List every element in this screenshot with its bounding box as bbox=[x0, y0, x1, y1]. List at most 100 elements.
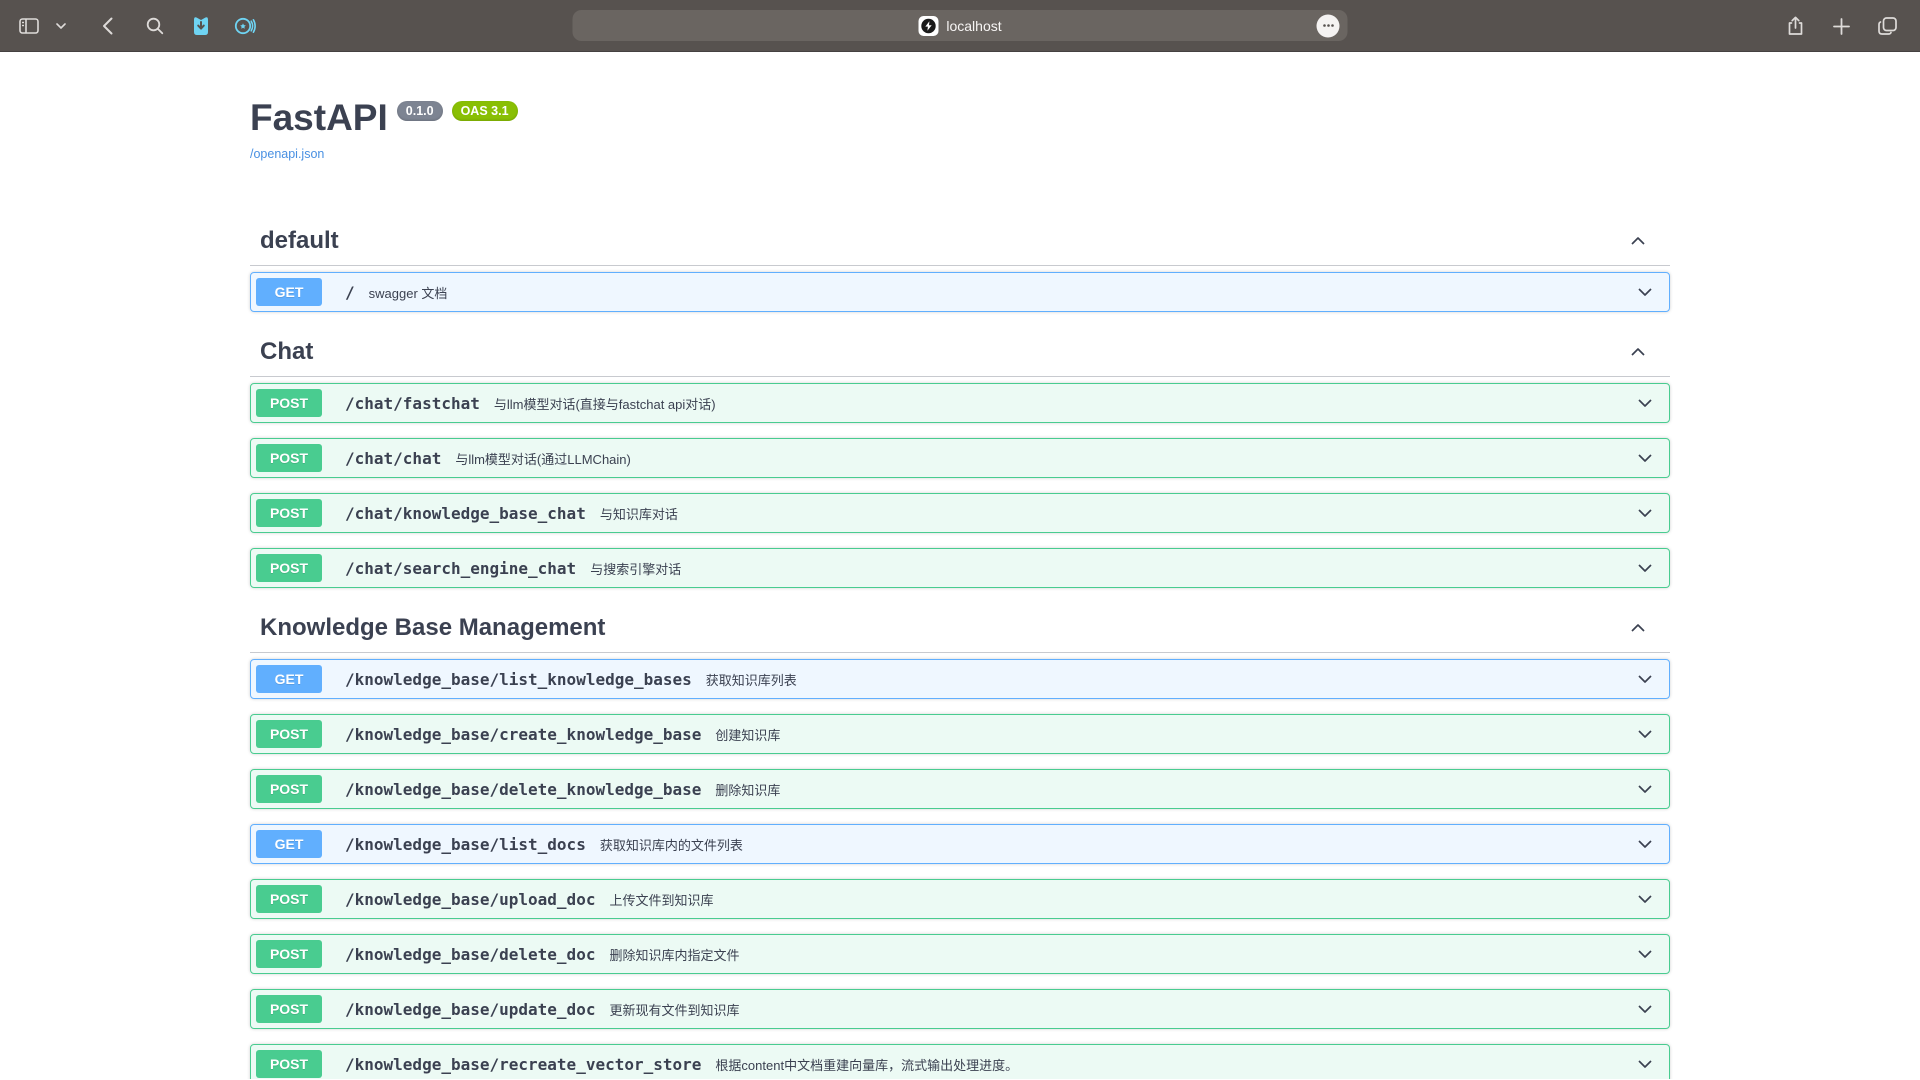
endpoint-description: 更新现有文件到知识库 bbox=[609, 1000, 739, 1019]
method-badge: POST bbox=[256, 995, 322, 1023]
extension-bookmark-icon bbox=[191, 15, 211, 37]
endpoint-path: /chat/chat bbox=[345, 449, 441, 468]
expand-endpoint-button[interactable] bbox=[1635, 448, 1655, 468]
endpoint-description: 与知识库对话 bbox=[600, 504, 678, 523]
endpoint-description: 创建知识库 bbox=[715, 725, 780, 744]
endpoint-row[interactable]: POST /chat/search_engine_chat 与搜索引擎对话 bbox=[250, 548, 1670, 588]
method-badge: GET bbox=[256, 278, 322, 306]
page-settings-button[interactable] bbox=[1317, 14, 1340, 37]
endpoint-path: /knowledge_base/list_docs bbox=[345, 835, 586, 854]
expand-endpoint-button[interactable] bbox=[1635, 834, 1655, 854]
endpoint-row[interactable]: POST /knowledge_base/create_knowledge_ba… bbox=[250, 714, 1670, 754]
expand-endpoint-button[interactable] bbox=[1635, 999, 1655, 1019]
section-title: Chat bbox=[260, 337, 313, 366]
extension-rings-button[interactable] bbox=[230, 11, 260, 41]
api-section-knowledge-base-management: Knowledge Base Management GET /knowledge… bbox=[250, 603, 1670, 1079]
endpoint-description: swagger 文档 bbox=[369, 283, 448, 302]
site-favicon bbox=[918, 16, 938, 36]
endpoint-description: 与搜索引擎对话 bbox=[590, 559, 681, 578]
chevron-up-icon bbox=[1628, 231, 1648, 251]
expand-endpoint-button[interactable] bbox=[1635, 724, 1655, 744]
endpoint-row[interactable]: POST /chat/knowledge_base_chat 与知识库对话 bbox=[250, 493, 1670, 533]
endpoint-description: 删除知识库内指定文件 bbox=[609, 945, 739, 964]
section-header[interactable]: Knowledge Base Management bbox=[250, 603, 1670, 653]
method-badge: GET bbox=[256, 665, 322, 693]
sidebar-toggle-button[interactable] bbox=[14, 11, 44, 41]
endpoint-description: 与llm模型对话(直接与fastchat api对话) bbox=[494, 394, 716, 413]
method-badge: GET bbox=[256, 830, 322, 858]
expand-endpoint-button[interactable] bbox=[1635, 669, 1655, 689]
share-button[interactable] bbox=[1780, 11, 1810, 41]
endpoint-row[interactable]: POST /knowledge_base/recreate_vector_sto… bbox=[250, 1044, 1670, 1079]
endpoint-row[interactable]: POST /knowledge_base/delete_knowledge_ba… bbox=[250, 769, 1670, 809]
api-info-block: FastAPI 0.1.0 OAS 3.1 /openapi.json bbox=[250, 52, 1670, 163]
method-badge: POST bbox=[256, 720, 322, 748]
search-icon bbox=[146, 17, 164, 35]
endpoint-row[interactable]: GET /knowledge_base/list_knowledge_bases… bbox=[250, 659, 1670, 699]
expand-endpoint-button[interactable] bbox=[1635, 503, 1655, 523]
oas-badge: OAS 3.1 bbox=[452, 101, 518, 121]
tab-overview-button[interactable] bbox=[1872, 11, 1902, 41]
back-button[interactable] bbox=[92, 11, 122, 41]
endpoint-description: 删除知识库 bbox=[715, 780, 780, 799]
endpoint-description: 与llm模型对话(通过LLMChain) bbox=[455, 449, 631, 468]
endpoint-path: /knowledge_base/list_knowledge_bases bbox=[345, 670, 692, 689]
expand-endpoint-button[interactable] bbox=[1635, 944, 1655, 964]
search-button[interactable] bbox=[140, 11, 170, 41]
page-title: FastAPI bbox=[250, 100, 388, 136]
api-section-chat: Chat POST /chat/fastchat 与llm模型对话(直接与fas… bbox=[250, 327, 1670, 588]
method-badge: POST bbox=[256, 554, 322, 582]
endpoint-row[interactable]: GET / swagger 文档 bbox=[250, 272, 1670, 312]
endpoint-row[interactable]: GET /knowledge_base/list_docs 获取知识库内的文件列… bbox=[250, 824, 1670, 864]
section-title: Knowledge Base Management bbox=[260, 613, 605, 642]
tab-overview-icon bbox=[1878, 17, 1897, 35]
ellipsis-icon bbox=[1322, 24, 1334, 28]
address-bar[interactable]: localhost bbox=[573, 10, 1348, 41]
sidebar-toggle-icon bbox=[19, 18, 39, 34]
endpoint-path: /knowledge_base/delete_knowledge_base bbox=[345, 780, 701, 799]
chevron-down-icon bbox=[1635, 393, 1655, 413]
chevron-down-icon bbox=[1635, 448, 1655, 468]
endpoint-row[interactable]: POST /chat/fastchat 与llm模型对话(直接与fastchat… bbox=[250, 383, 1670, 423]
toolbar-right-group bbox=[1780, 0, 1902, 52]
openapi-spec-link[interactable]: /openapi.json bbox=[250, 147, 324, 161]
expand-endpoint-button[interactable] bbox=[1635, 558, 1655, 578]
expand-endpoint-button[interactable] bbox=[1635, 393, 1655, 413]
expand-endpoint-button[interactable] bbox=[1635, 1054, 1655, 1074]
version-badge: 0.1.0 bbox=[397, 101, 443, 121]
sidebar-menu-chevron-button[interactable] bbox=[52, 11, 70, 41]
endpoint-description: 获取知识库列表 bbox=[706, 670, 797, 689]
collapse-section-button[interactable] bbox=[1628, 342, 1648, 362]
expand-endpoint-button[interactable] bbox=[1635, 779, 1655, 799]
endpoint-path: /knowledge_base/delete_doc bbox=[345, 945, 595, 964]
endpoint-description: 上传文件到知识库 bbox=[609, 890, 713, 909]
chevron-down-icon bbox=[1635, 558, 1655, 578]
new-tab-button[interactable] bbox=[1826, 11, 1856, 41]
method-badge: POST bbox=[256, 444, 322, 472]
endpoint-description: 根据content中文档重建向量库，流式输出处理进度。 bbox=[715, 1055, 1018, 1074]
section-header[interactable]: default bbox=[250, 216, 1670, 266]
chevron-up-icon bbox=[1628, 618, 1648, 638]
browser-toolbar: localhost bbox=[0, 0, 1920, 52]
method-badge: POST bbox=[256, 940, 322, 968]
chevron-down-icon bbox=[1635, 779, 1655, 799]
share-icon bbox=[1787, 16, 1804, 36]
endpoint-row[interactable]: POST /knowledge_base/update_doc 更新现有文件到知… bbox=[250, 989, 1670, 1029]
chevron-down-icon bbox=[1635, 999, 1655, 1019]
collapse-section-button[interactable] bbox=[1628, 231, 1648, 251]
expand-endpoint-button[interactable] bbox=[1635, 889, 1655, 909]
endpoint-row[interactable]: POST /knowledge_base/delete_doc 删除知识库内指定… bbox=[250, 934, 1670, 974]
endpoint-row[interactable]: POST /knowledge_base/upload_doc 上传文件到知识库 bbox=[250, 879, 1670, 919]
section-title: default bbox=[260, 226, 339, 255]
chevron-down-icon bbox=[1635, 1054, 1655, 1074]
chevron-down-icon bbox=[1635, 503, 1655, 523]
extension-bookmark-button[interactable] bbox=[186, 11, 216, 41]
collapse-section-button[interactable] bbox=[1628, 618, 1648, 638]
section-header[interactable]: Chat bbox=[250, 327, 1670, 377]
endpoint-row[interactable]: POST /chat/chat 与llm模型对话(通过LLMChain) bbox=[250, 438, 1670, 478]
chevron-up-icon bbox=[1628, 342, 1648, 362]
endpoint-path: / bbox=[345, 283, 355, 302]
method-badge: POST bbox=[256, 499, 322, 527]
back-icon bbox=[102, 17, 113, 35]
expand-endpoint-button[interactable] bbox=[1635, 282, 1655, 302]
